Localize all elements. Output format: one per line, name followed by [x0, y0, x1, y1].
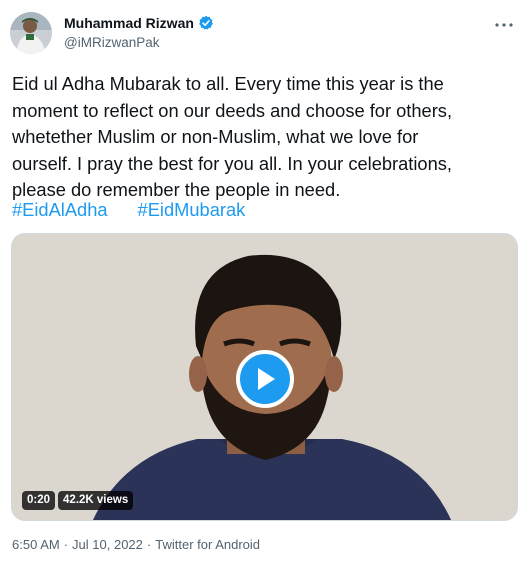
- video-views-badge: 42.2K views: [58, 491, 134, 510]
- tweet-meta: 6:50 AM · Jul 10, 2022 · Twitter for Android: [12, 537, 260, 552]
- tweet-card: Muhammad Rizwan @iMRizwanPak Eid ul Adha…: [0, 0, 529, 562]
- video-player[interactable]: 0:20 42.2K views: [11, 233, 518, 521]
- tweet-date-link[interactable]: Jul 10, 2022: [72, 537, 143, 552]
- tweet-time-link[interactable]: 6:50 AM: [12, 537, 60, 552]
- tweet-text: Eid ul Adha Mubarak to all. Every time t…: [12, 71, 522, 204]
- tweet-text-line: whetether Muslim or non-Muslim, what we …: [12, 126, 419, 147]
- play-icon: [258, 368, 275, 390]
- video-duration-badge: 0:20: [22, 491, 56, 510]
- hashtag-row: #EidAlAdha #EidMubarak: [12, 197, 245, 223]
- author-name-row[interactable]: Muhammad Rizwan: [64, 15, 214, 31]
- tweet-text-line: Eid ul Adha Mubarak to all. Every time t…: [12, 73, 444, 94]
- meta-separator: ·: [63, 537, 69, 552]
- video-badges: 0:20 42.2K views: [22, 491, 134, 510]
- tweet-source-link[interactable]: Twitter for Android: [155, 537, 260, 552]
- play-button[interactable]: [236, 350, 294, 408]
- more-horizontal-icon: [495, 23, 513, 27]
- author-handle[interactable]: @iMRizwanPak: [64, 35, 159, 50]
- tweet-text-line: ourself. I pray the best for you all. In…: [12, 152, 452, 174]
- more-options-button[interactable]: [493, 14, 515, 36]
- meta-separator: ·: [146, 537, 152, 552]
- hashtag-link[interactable]: #EidAlAdha: [12, 199, 108, 220]
- verified-badge-icon: [198, 15, 214, 31]
- tweet-text-line: moment to reflect on our deeds and choos…: [12, 99, 453, 121]
- hashtag-link[interactable]: #EidMubarak: [138, 199, 246, 220]
- avatar[interactable]: [10, 12, 52, 54]
- author-display-name[interactable]: Muhammad Rizwan: [64, 15, 194, 31]
